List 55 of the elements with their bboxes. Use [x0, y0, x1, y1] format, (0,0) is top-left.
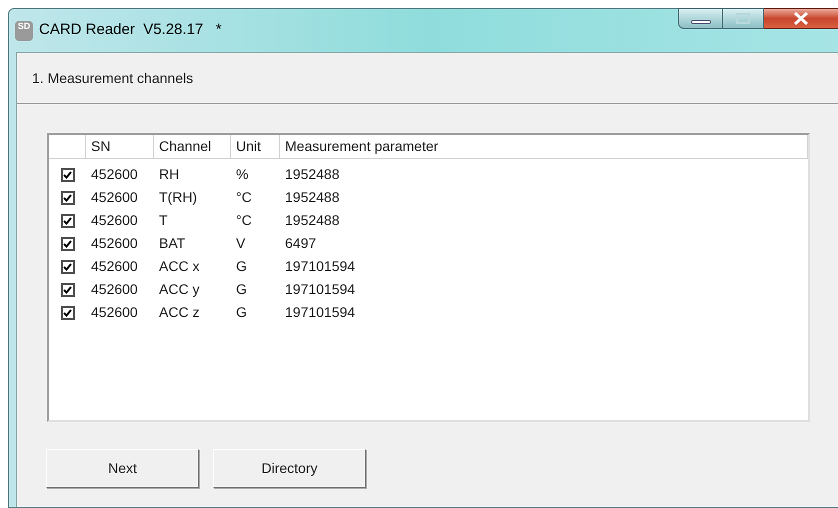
row-checkbox[interactable] [60, 282, 74, 296]
table-cell-text: T [159, 211, 168, 230]
table-cell-text: V [236, 234, 246, 253]
row-checkbox[interactable] [60, 214, 74, 228]
table-cell-text: °C [236, 211, 252, 230]
table-cell-text: BAT [159, 234, 186, 253]
table-cell-text: 452600 [91, 280, 138, 299]
window-title: CARD Reader V5.28.17 * [39, 20, 222, 40]
column-header[interactable]: SN [86, 135, 154, 158]
table-cell-text: ACC y [159, 280, 200, 299]
close-button[interactable] [764, 8, 838, 29]
section-title: 1. Measurement channels [32, 68, 194, 88]
row-checkbox[interactable] [60, 306, 74, 320]
table-cell-text: °C [236, 188, 252, 207]
table-cell-text: G [236, 303, 247, 322]
next-button[interactable]: Next [46, 449, 199, 488]
table-cell-text: T(RH) [159, 188, 198, 207]
column-header[interactable]: Channel [154, 135, 231, 158]
row-checkbox[interactable] [60, 168, 74, 182]
table-cell-text: 197101594 [285, 257, 356, 276]
checkmark-icon [63, 216, 72, 224]
checkmark-icon [63, 308, 72, 316]
table-cell-text: 452600 [91, 211, 138, 230]
directory-button[interactable]: Directory [213, 449, 366, 488]
table-cell-text: 1952488 [285, 188, 340, 207]
table-cell-text: ACC z [159, 303, 200, 322]
table-cell-text: 452600 [91, 188, 138, 207]
minimize-button[interactable] [678, 8, 723, 29]
table-cell-text: 452600 [91, 257, 138, 276]
row-checkbox[interactable] [60, 190, 74, 204]
table-cell-text: 452600 [91, 234, 138, 253]
table-cell-text: G [236, 257, 247, 276]
app-icon: SD [15, 20, 33, 40]
checkmark-icon [63, 286, 72, 294]
maximize-button[interactable] [723, 8, 764, 29]
table-cell-text: 6497 [285, 234, 316, 253]
table-cell-text: RH [159, 165, 180, 184]
close-icon [793, 12, 809, 25]
row-checkbox[interactable] [60, 260, 74, 274]
checkmark-icon [63, 194, 72, 202]
table-cell-text: 452600 [91, 165, 138, 184]
table-cell-text: G [236, 280, 247, 299]
table-cell-text: 1952488 [285, 211, 340, 230]
table-cell-text: ACC x [159, 257, 200, 276]
checkmark-icon [63, 262, 72, 270]
table-cell-text: 1952488 [285, 165, 340, 184]
row-checkbox[interactable] [60, 236, 74, 250]
column-header[interactable]: Measurement parameter [280, 135, 808, 158]
table-cell-text: 197101594 [285, 280, 356, 299]
column-header[interactable]: Unit [231, 135, 280, 158]
table-cell-text: 197101594 [285, 303, 356, 322]
table-cell-text: 452600 [91, 303, 138, 322]
checkmark-icon [63, 240, 72, 248]
checkmark-icon [63, 170, 72, 178]
table-cell-text: % [236, 165, 248, 184]
